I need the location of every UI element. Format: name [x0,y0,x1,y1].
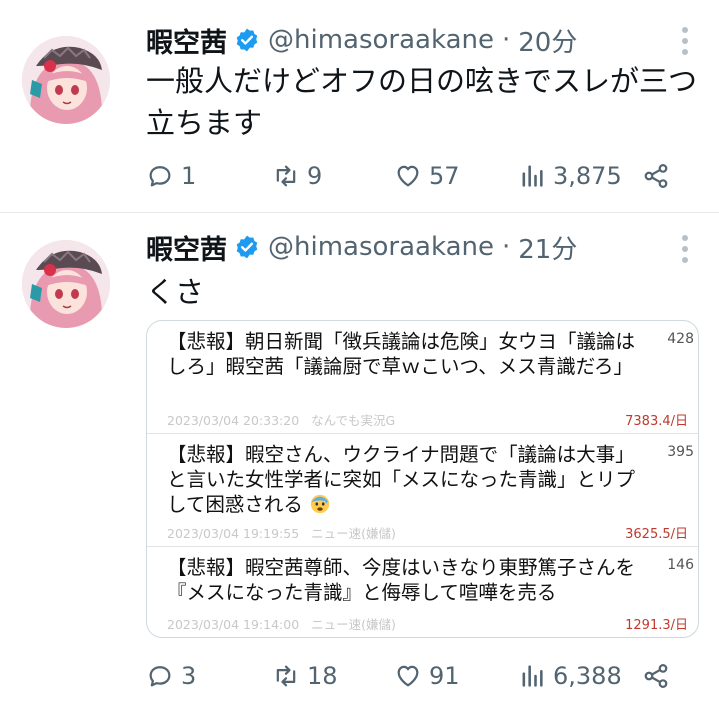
thread-date: 2023/03/04 20:33:20 [167,413,300,428]
verified-badge-icon [236,28,258,52]
views-count: 3,875 [553,162,622,190]
thread-reply-count: 395 [667,444,694,460]
like-count: 91 [429,662,460,690]
retweet-button[interactable]: 18 [272,656,338,696]
thread-row[interactable]: 【悲報】朝日新聞「徴兵議論は危険」女ウヨ「議論はしろ」暇空茜「議論厨で草ｗこいつ… [147,321,698,433]
views-button[interactable]: 6,388 [518,656,622,696]
reply-count: 3 [181,662,197,690]
handle[interactable]: @himasoraakane [268,232,494,262]
tweet-header: 暇空茜 @himasoraakane · 20分 [146,20,577,60]
views-button[interactable]: 3,875 [518,156,622,196]
reply-icon [149,666,171,687]
thread-meta: 2023/03/04 20:33:20 なんでも実況G [167,410,395,429]
thread-date: 2023/03/04 19:14:00 [167,617,300,632]
thread-title: 【悲報】暇空茜尊師、今度はいきなり東野篤子さんを『メスになった青識』と侮辱して喧… [167,556,636,604]
views-count: 6,388 [553,662,622,690]
thread-row[interactable]: 【悲報】暇空茜尊師、今度はいきなり東野篤子さんを『メスになった青識』と侮辱して喧… [147,547,698,637]
thread-rate: 1291.3/日 [625,618,688,633]
retweet-button[interactable]: 9 [272,156,322,196]
thread-board: ニュー速(嫌儲) [311,617,396,632]
thread-title-text: 【悲報】暇空さん、ウクライナ問題で「議論は大事」と言いた女性学者に突如「メスにな… [167,443,636,516]
reply-icon [149,166,171,187]
anxious-face-icon [310,494,330,514]
thread-row[interactable]: 【悲報】暇空さん、ウクライナ問題で「議論は大事」と言いた女性学者に突如「メスにな… [147,434,698,546]
like-count: 57 [429,162,460,190]
separator: · [501,232,511,262]
avatar[interactable] [22,240,110,328]
reply-count: 1 [181,162,197,190]
share-button[interactable] [642,656,670,696]
tweet-1[interactable]: 暇空茜 @himasoraakane · 20分 一般人だけどオフの日の呟きでス… [0,0,719,212]
reply-button[interactable]: 3 [146,656,196,696]
verified-badge-icon [236,235,258,259]
thread-rate: 3625.5/日 [625,527,688,542]
thread-board: なんでも実況G [311,413,396,428]
thread-date: 2023/03/04 19:19:55 [167,526,300,541]
action-bar: 3 18 91 6,388 [146,656,686,696]
retweet-icon [276,165,296,187]
tweet-text: くさ [146,275,205,309]
separator: · [501,25,511,55]
thread-meta: 2023/03/04 19:19:55 ニュー速(嫌儲) [167,523,396,542]
like-button[interactable]: 57 [394,156,460,196]
avatar[interactable] [22,36,110,124]
thread-title: 【悲報】暇空さん、ウクライナ問題で「議論は大事」と言いた女性学者に突如「メスにな… [167,442,647,517]
share-icon [644,664,668,688]
thread-rate: 7383.4/日 [625,414,688,429]
timestamp[interactable]: 20分 [518,22,577,59]
thread-title: 【悲報】朝日新聞「徴兵議論は危険」女ウヨ「議論はしろ」暇空茜「議論厨で草ｗこいつ… [167,330,636,378]
more-icon[interactable] [681,27,689,55]
thread-reply-count: 146 [667,557,694,573]
like-icon [397,165,419,187]
thread-meta: 2023/03/04 19:14:00 ニュー速(嫌儲) [167,614,396,633]
action-bar: 1 9 57 3,875 [146,156,686,196]
display-name[interactable]: 暇空茜 [146,21,227,60]
reply-button[interactable]: 1 [146,156,196,196]
timestamp[interactable]: 21分 [518,229,577,266]
views-icon [522,165,543,187]
more-icon[interactable] [681,235,689,263]
like-icon [397,665,419,687]
display-name[interactable]: 暇空茜 [146,228,227,267]
retweet-count: 9 [307,162,323,190]
embedded-thread-list-image[interactable]: 【悲報】朝日新聞「徴兵議論は危険」女ウヨ「議論はしろ」暇空茜「議論厨で草ｗこいつ… [146,320,699,638]
handle[interactable]: @himasoraakane [268,25,494,55]
retweet-count: 18 [307,662,338,690]
like-button[interactable]: 91 [394,656,460,696]
views-icon [522,665,543,687]
thread-reply-count: 428 [667,331,694,347]
share-button[interactable] [642,156,670,196]
tweet-header: 暇空茜 @himasoraakane · 21分 [146,227,577,267]
share-icon [644,164,668,188]
tweet-text: 一般人だけどオフの日の呟きでスレが三つ立ちます [146,64,698,140]
retweet-icon [276,665,296,687]
thread-board: ニュー速(嫌儲) [311,526,396,541]
